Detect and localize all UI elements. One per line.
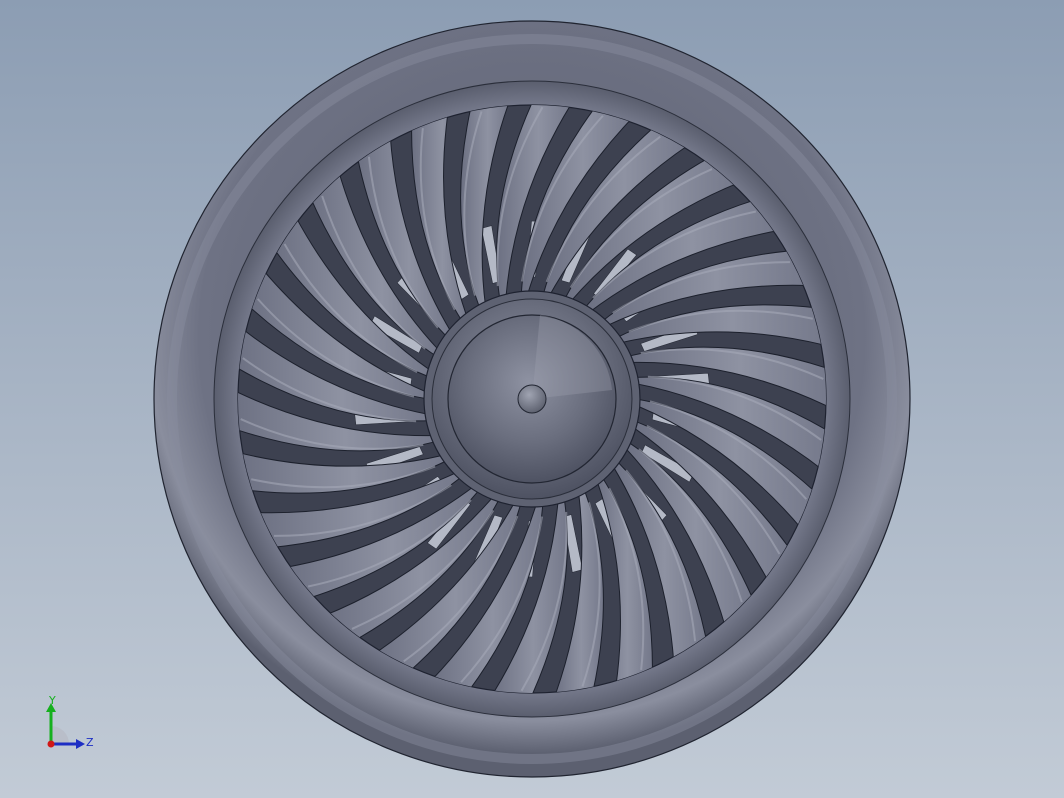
graphics-viewport[interactable]: Y Z bbox=[0, 0, 1064, 798]
z-axis-arrow bbox=[76, 739, 85, 749]
fan-engine-model[interactable] bbox=[0, 0, 1064, 798]
triad-plane-shading bbox=[51, 726, 69, 744]
spinner-tip bbox=[517, 384, 547, 414]
z-axis-label: Z bbox=[86, 736, 94, 749]
y-axis-label: Y bbox=[48, 696, 56, 707]
spinner-hub[interactable] bbox=[423, 290, 641, 508]
x-axis-dot bbox=[47, 740, 55, 748]
axis-triad[interactable]: Y Z bbox=[36, 696, 100, 760]
